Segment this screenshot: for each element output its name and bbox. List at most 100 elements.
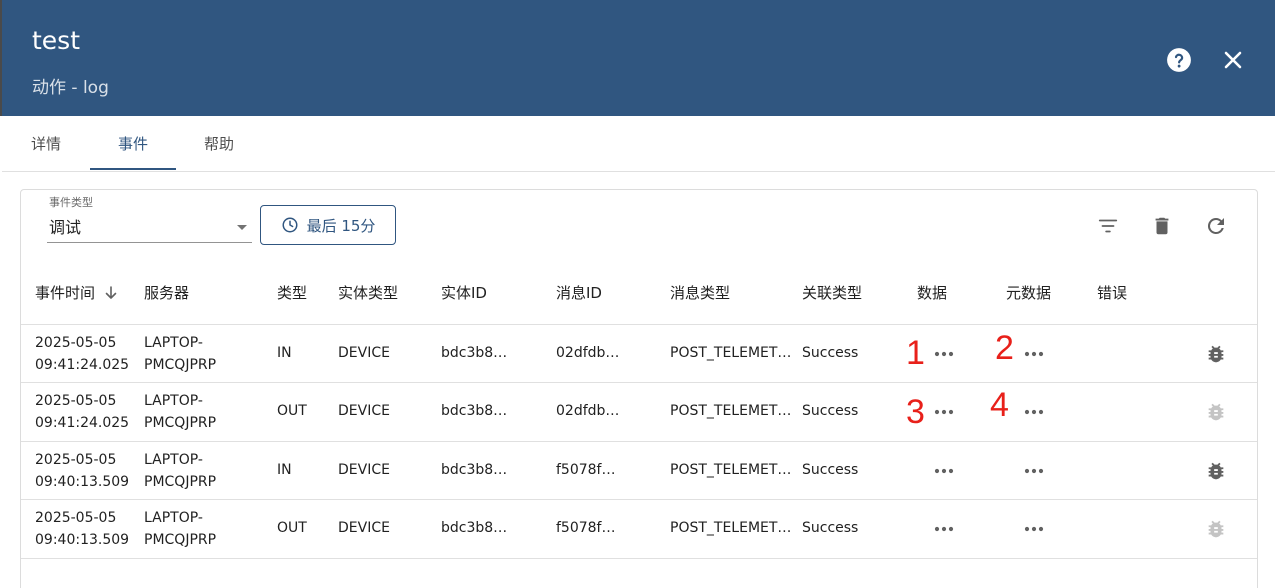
server-name-line-2: PMCQJPRP bbox=[144, 474, 217, 490]
server-name-line-2: PMCQJPRP bbox=[144, 415, 217, 431]
help-circle-icon bbox=[1167, 48, 1191, 72]
tab-events[interactable]: 事件 bbox=[90, 116, 176, 171]
metadata-more-button[interactable] bbox=[1023, 522, 1045, 536]
type-cell: IN bbox=[277, 462, 292, 478]
column-header-type: 类型 bbox=[277, 284, 308, 302]
server-cell: LAPTOP- PMCQJPRP bbox=[144, 332, 216, 376]
more-horiz-icon bbox=[934, 409, 954, 415]
filter-icon bbox=[1098, 219, 1118, 233]
entity-type-cell: DEVICE bbox=[338, 345, 390, 361]
column-header-server: 服务器 bbox=[144, 284, 190, 302]
type-cell: IN bbox=[277, 345, 292, 361]
tab-help[interactable]: 帮助 bbox=[176, 116, 262, 171]
refresh-button[interactable] bbox=[1202, 212, 1230, 240]
entity-id-cell: bdc3b8… bbox=[441, 520, 508, 536]
relation-type-cell: Success bbox=[802, 403, 859, 419]
entity-type-cell: DEVICE bbox=[338, 403, 390, 419]
server-cell: LAPTOP- PMCQJPRP bbox=[144, 507, 216, 551]
data-more-button[interactable] bbox=[933, 464, 955, 478]
more-horiz-icon bbox=[1024, 409, 1044, 415]
arrow-down-icon[interactable] bbox=[104, 285, 118, 301]
message-id-cell: 02dfdb… bbox=[556, 345, 620, 361]
row-divider bbox=[21, 382, 1257, 383]
server-name-line-2: PMCQJPRP bbox=[144, 357, 217, 373]
message-type-cell: POST_TELEMET… bbox=[670, 403, 792, 419]
event-time-cell: 2025-05-05 09:41:24.025 bbox=[35, 332, 129, 376]
column-header-event-time[interactable]: 事件时间 bbox=[35, 282, 95, 303]
message-type-cell: POST_TELEMET… bbox=[670, 520, 792, 536]
row-divider bbox=[21, 558, 1257, 559]
event-date: 2025-05-05 bbox=[35, 452, 117, 468]
event-time-cell: 2025-05-05 09:40:13.509 bbox=[35, 449, 129, 493]
message-id-cell: 02dfdb… bbox=[556, 403, 620, 419]
debug-toggle-button[interactable] bbox=[1203, 341, 1229, 367]
annotation-number: 1 bbox=[906, 334, 925, 372]
more-horiz-icon bbox=[934, 351, 954, 357]
relation-type-cell: Success bbox=[802, 462, 859, 478]
data-more-button[interactable] bbox=[933, 522, 955, 536]
row-divider bbox=[21, 441, 1257, 442]
clock-icon bbox=[282, 217, 298, 233]
column-header-entity-type: 实体类型 bbox=[338, 284, 399, 302]
server-name-line-1: LAPTOP- bbox=[144, 510, 203, 526]
message-id-cell: f5078f… bbox=[556, 462, 616, 478]
tab-details[interactable]: 详情 bbox=[2, 116, 90, 171]
event-time-cell: 2025-05-05 09:41:24.025 bbox=[35, 390, 129, 434]
data-more-button[interactable] bbox=[933, 347, 955, 361]
message-id-cell: f5078f… bbox=[556, 520, 616, 536]
time-range-button[interactable]: 最后 15分 bbox=[260, 205, 396, 245]
more-horiz-icon bbox=[934, 526, 954, 532]
help-button[interactable] bbox=[1163, 44, 1195, 76]
dialog-subtitle: 动作 - log bbox=[32, 78, 109, 98]
filter-button[interactable] bbox=[1094, 212, 1122, 240]
column-header-data: 数据 bbox=[917, 284, 948, 302]
annotation-number: 4 bbox=[990, 386, 1009, 424]
event-time: 09:41:24.025 bbox=[35, 415, 130, 431]
type-cell: OUT bbox=[277, 520, 307, 536]
delete-button[interactable] bbox=[1148, 212, 1176, 240]
entity-type-cell: DEVICE bbox=[338, 462, 390, 478]
more-horiz-icon bbox=[934, 468, 954, 474]
message-type-cell: POST_TELEMET… bbox=[670, 345, 792, 361]
relation-type-cell: Success bbox=[802, 345, 859, 361]
annotation-number: 2 bbox=[995, 329, 1014, 367]
event-type-value[interactable]: 调试 bbox=[49, 214, 81, 238]
column-header-metadata: 元数据 bbox=[1006, 284, 1052, 302]
bug-icon bbox=[1208, 520, 1224, 538]
column-header-message-id: 消息ID bbox=[556, 284, 602, 302]
more-horiz-icon bbox=[1024, 526, 1044, 532]
debug-toggle-button[interactable] bbox=[1203, 516, 1229, 542]
server-cell: LAPTOP- PMCQJPRP bbox=[144, 449, 216, 493]
entity-id-cell: bdc3b8… bbox=[441, 403, 508, 419]
dialog-header: test 动作 - log bbox=[0, 0, 1275, 116]
server-name-line-1: LAPTOP- bbox=[144, 393, 203, 409]
trash-icon bbox=[1155, 217, 1169, 235]
select-underline bbox=[47, 242, 252, 243]
dropdown-arrow-icon[interactable] bbox=[237, 225, 247, 230]
annotation-number: 3 bbox=[906, 393, 925, 431]
server-cell: LAPTOP- PMCQJPRP bbox=[144, 390, 216, 434]
metadata-more-button[interactable] bbox=[1023, 464, 1045, 478]
event-date: 2025-05-05 bbox=[35, 335, 117, 351]
event-type-label: 事件类型 bbox=[49, 196, 93, 209]
time-range-label: 最后 15分 bbox=[306, 216, 376, 235]
bug-icon bbox=[1208, 403, 1224, 421]
metadata-more-button[interactable] bbox=[1023, 347, 1045, 361]
close-button[interactable] bbox=[1217, 44, 1249, 76]
bug-icon bbox=[1208, 345, 1224, 363]
active-tab-indicator bbox=[90, 168, 176, 170]
server-name-line-1: LAPTOP- bbox=[144, 452, 203, 468]
row-divider bbox=[21, 324, 1257, 325]
debug-toggle-button[interactable] bbox=[1203, 399, 1229, 425]
event-date: 2025-05-05 bbox=[35, 510, 117, 526]
debug-toggle-button[interactable] bbox=[1203, 458, 1229, 484]
column-header-relation-type: 关联类型 bbox=[802, 284, 863, 302]
entity-id-cell: bdc3b8… bbox=[441, 345, 508, 361]
data-more-button[interactable] bbox=[933, 405, 955, 419]
column-header-error: 错误 bbox=[1097, 284, 1128, 302]
message-type-cell: POST_TELEMET… bbox=[670, 462, 792, 478]
entity-type-cell: DEVICE bbox=[338, 520, 390, 536]
entity-id-cell: bdc3b8… bbox=[441, 462, 508, 478]
relation-type-cell: Success bbox=[802, 520, 859, 536]
metadata-more-button[interactable] bbox=[1023, 405, 1045, 419]
